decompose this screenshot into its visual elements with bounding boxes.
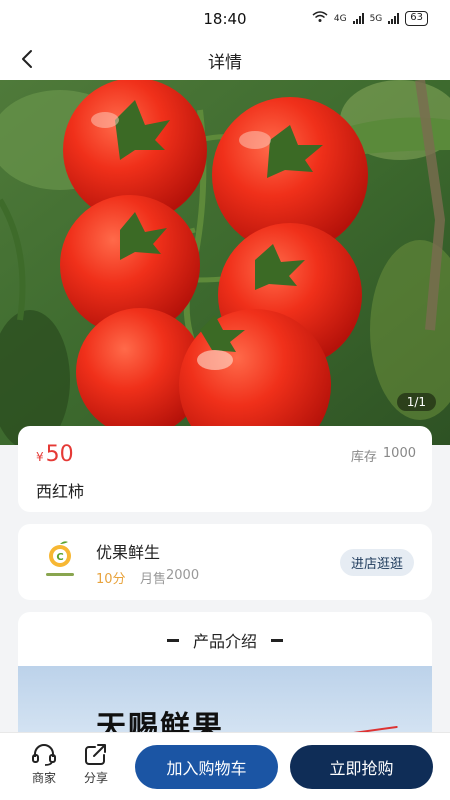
price: ¥ 50: [36, 442, 74, 467]
battery-icon: 63: [405, 11, 428, 26]
shop-logo: C: [42, 540, 78, 584]
svg-text:C: C: [56, 552, 63, 563]
stock: 库存 1000: [351, 446, 416, 465]
currency-symbol: ¥: [36, 450, 44, 464]
share-icon: [85, 744, 106, 765]
dash-decoration: [271, 638, 283, 642]
shop-rating: 10分: [96, 572, 126, 587]
share-label: 分享: [83, 771, 108, 785]
signal-icon: [352, 13, 364, 24]
headset-icon: [32, 744, 56, 766]
shop-monthly-sales: 月售 2000: [140, 568, 199, 587]
page-header: 详情: [0, 38, 450, 80]
wifi-icon: [312, 11, 328, 26]
product-name: 西红柿: [36, 482, 85, 501]
dash-decoration: [166, 638, 179, 642]
visit-shop-button[interactable]: 进店逛逛: [339, 549, 414, 576]
intro-heading: 产品介绍: [18, 628, 432, 652]
page-title: 详情: [208, 53, 242, 73]
status-icons: 4G 5G 63: [312, 11, 428, 26]
merchant-button[interactable]: 商家: [24, 743, 64, 786]
network-4g-label: 4G: [333, 13, 347, 24]
intro-title: 产品介绍: [192, 632, 257, 651]
merchant-label: 商家: [31, 771, 56, 785]
bottom-action-bar: 商家 分享 加入购物车 立即抢购: [0, 732, 450, 800]
chevron-left-icon: [22, 50, 32, 68]
network-5g-label: 5G: [369, 13, 383, 24]
back-button[interactable]: [14, 46, 40, 72]
shop-card[interactable]: C 优果鲜生 10分 月售 2000 进店逛逛: [18, 524, 432, 600]
add-to-cart-button[interactable]: 加入购物车: [135, 745, 278, 789]
share-button[interactable]: 分享: [76, 743, 116, 786]
buy-now-button[interactable]: 立即抢购: [290, 745, 433, 789]
price-card: ¥ 50 库存 1000 西红柿: [18, 426, 432, 512]
image-page-indicator: 1/1: [396, 393, 436, 411]
sales-value: 2000: [166, 568, 200, 583]
sales-label: 月售: [140, 572, 167, 587]
product-image[interactable]: [0, 80, 450, 445]
stock-value: 1000: [382, 446, 416, 461]
signal-icon: [388, 13, 400, 24]
shop-name: 优果鲜生: [96, 543, 161, 562]
status-bar: 18:40 4G 5G 63: [0, 0, 450, 38]
stock-label: 库存: [350, 450, 377, 465]
price-value: 50: [45, 442, 74, 467]
